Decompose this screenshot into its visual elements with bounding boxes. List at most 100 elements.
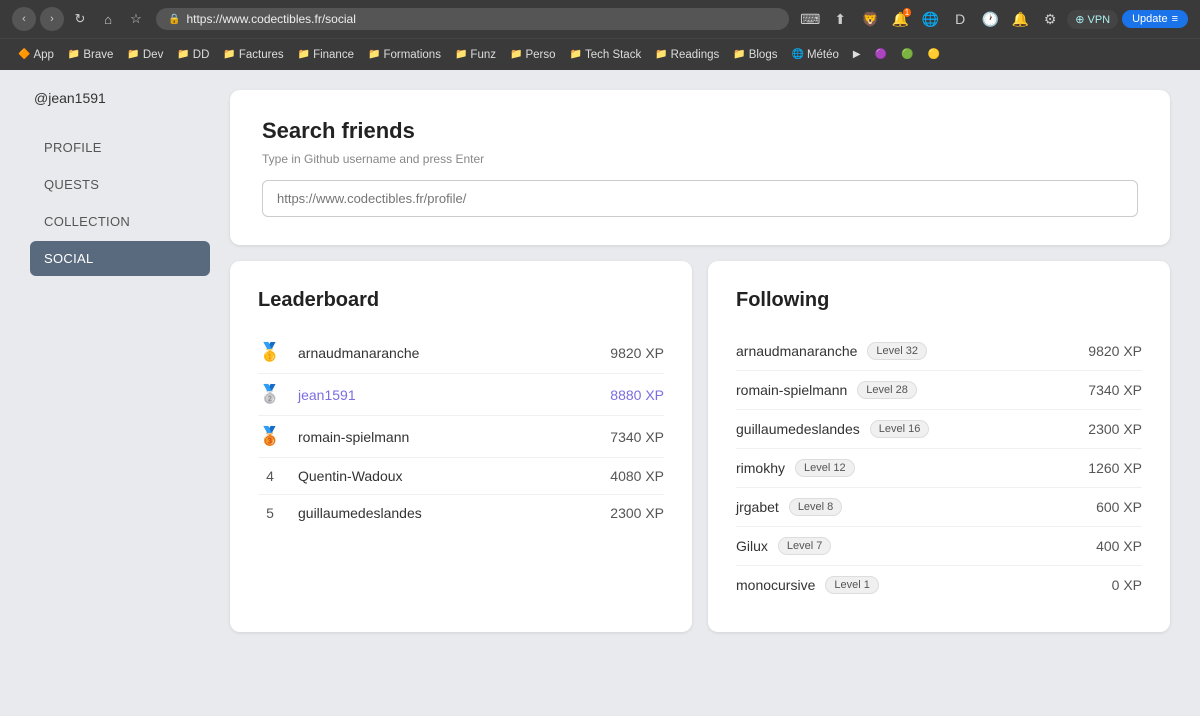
bookmark-dd[interactable]: 📁 DD [171,47,215,63]
list-item: romain-spielmann Level 28 7340 XP [736,371,1142,410]
gold-medal-icon: 🥇 [258,342,282,363]
lb-name[interactable]: arnaudmanaranche [298,345,594,361]
main-content: Search friends Type in Github username a… [230,90,1170,696]
fw-name[interactable]: Gilux [736,538,768,554]
folder-icon: 📁 [368,49,380,60]
bookmark-ext1[interactable]: 🟣 [869,47,893,62]
refresh-button[interactable]: ↻ [68,7,92,31]
browser-window: ‹ › ↻ ⌂ ☆ 🔒 https://www.codectibles.fr/s… [0,0,1200,716]
alerts-button[interactable]: 🔔 [1007,6,1033,32]
notification-bell[interactable]: 🔔1 [887,6,913,32]
bookmark-readings[interactable]: 📁 Readings [649,47,725,63]
level-badge: Level 1 [825,576,878,594]
search-input[interactable] [262,180,1138,217]
fw-name[interactable]: guillaumedeslandes [736,421,860,437]
more-button[interactable]: ⚙ [1037,6,1063,32]
lb-rank: 5 [258,505,282,521]
forward-button[interactable]: › [40,7,64,31]
list-item: jrgabet Level 8 600 XP [736,488,1142,527]
sidebar-item-quests[interactable]: QUESTS [30,167,210,202]
home-button[interactable]: ⌂ [96,7,120,31]
lb-xp: 9820 XP [610,345,664,361]
back-button[interactable]: ‹ [12,7,36,31]
fw-name[interactable]: monocursive [736,577,815,593]
bookmark-dev[interactable]: 📁 Dev [121,47,169,63]
ext2-icon: 🟢 [901,49,913,60]
translate-button[interactable]: ⌨ [797,6,823,32]
folder-icon: 📁 [127,49,139,60]
bookmark-brave[interactable]: 📁 Brave [62,47,120,63]
lb-name[interactable]: Quentin-Wadoux [298,468,594,484]
bookmark-blogs[interactable]: 📁 Blogs [727,47,783,63]
search-friends-card: Search friends Type in Github username a… [230,90,1170,245]
bookmarks-bar: 🔶 App 📁 Brave 📁 Dev 📁 DD 📁 Factures 📁 Fi… [0,38,1200,70]
bookmark-tech-stack[interactable]: 📁 Tech Stack [564,47,648,63]
fw-name[interactable]: romain-spielmann [736,382,847,398]
browser-titlebar: ‹ › ↻ ⌂ ☆ 🔒 https://www.codectibles.fr/s… [0,0,1200,38]
lb-name-self[interactable]: jean1591 [298,387,594,403]
table-row: 🥉 romain-spielmann 7340 XP [258,416,664,458]
share-button[interactable]: ⬆ [827,6,853,32]
brave-icon[interactable]: 🦁 [857,6,883,32]
folder-icon: 📁 [455,49,467,60]
bookmark-youtube[interactable]: ▶ [847,47,867,62]
lock-icon: 🔒 [168,14,180,25]
fw-name[interactable]: arnaudmanaranche [736,343,857,359]
update-button[interactable]: Update ≡ [1122,10,1188,28]
sidebar-item-profile[interactable]: PROFILE [30,130,210,165]
bookmark-finance[interactable]: 📁 Finance [292,47,360,63]
level-badge: Level 32 [867,342,927,360]
lb-rank: 4 [258,468,282,484]
bronze-medal-icon: 🥉 [258,426,282,447]
globe-icon: 🌐 [791,49,803,60]
level-badge: Level 16 [870,420,930,438]
fw-xp: 400 XP [1096,538,1142,554]
bookmark-star-button[interactable]: ☆ [124,7,148,31]
fw-name[interactable]: rimokhy [736,460,785,476]
extensions-button[interactable]: 🌐 [917,6,943,32]
fw-xp: 2300 XP [1088,421,1142,437]
list-item: Gilux Level 7 400 XP [736,527,1142,566]
address-bar[interactable]: 🔒 https://www.codectibles.fr/social [156,8,789,30]
fw-xp: 600 XP [1096,499,1142,515]
vpn-button[interactable]: ⊕ VPN [1067,10,1118,29]
youtube-icon: ▶ [853,49,861,60]
bottom-panels: Leaderboard 🥇 arnaudmanaranche 9820 XP 🥈… [230,261,1170,632]
username: @jean1591 [30,90,210,106]
bookmark-ext3[interactable]: 🟡 [922,47,946,62]
bookmark-meteo[interactable]: 🌐 Météo [785,47,844,63]
fw-name[interactable]: jrgabet [736,499,779,515]
table-row: 🥈 jean1591 8880 XP [258,374,664,416]
bookmark-formations[interactable]: 📁 Formations [362,47,447,63]
list-item: guillaumedeslandes Level 16 2300 XP [736,410,1142,449]
table-row: 🥇 arnaudmanaranche 9820 XP [258,332,664,374]
lb-name[interactable]: romain-spielmann [298,429,594,445]
app-icon: 🔶 [18,49,30,60]
history-button[interactable]: 🕐 [977,6,1003,32]
ext3-icon: 🟡 [928,49,940,60]
sidebar-item-collection[interactable]: COLLECTION [30,204,210,239]
bookmark-funz[interactable]: 📁 Funz [449,47,502,63]
leaderboard-card: Leaderboard 🥇 arnaudmanaranche 9820 XP 🥈… [230,261,692,632]
folder-icon: 📁 [177,49,189,60]
profile-button[interactable]: D [947,6,973,32]
level-badge: Level 8 [789,498,842,516]
fw-xp: 0 XP [1112,577,1142,593]
lb-xp: 2300 XP [610,505,664,521]
sidebar-item-social[interactable]: SOCIAL [30,241,210,276]
list-item: arnaudmanaranche Level 32 9820 XP [736,332,1142,371]
fw-xp: 9820 XP [1088,343,1142,359]
ext1-icon: 🟣 [875,49,887,60]
level-badge: Level 7 [778,537,831,555]
following-card: Following arnaudmanaranche Level 32 9820… [708,261,1170,632]
lb-xp: 4080 XP [610,468,664,484]
bookmark-perso[interactable]: 📁 Perso [504,47,562,63]
lb-name[interactable]: guillaumedeslandes [298,505,594,521]
bookmark-factures[interactable]: 📁 Factures [217,47,289,63]
page-content: @jean1591 PROFILE QUESTS COLLECTION SOCI… [0,70,1200,716]
bookmark-app[interactable]: 🔶 App [12,47,60,63]
folder-icon: 📁 [223,49,235,60]
sidebar-nav: PROFILE QUESTS COLLECTION SOCIAL [30,130,210,276]
browser-actions: ⌨ ⬆ 🦁 🔔1 🌐 D 🕐 🔔 ⚙ ⊕ VPN Update ≡ [797,6,1188,32]
bookmark-ext2[interactable]: 🟢 [895,47,919,62]
